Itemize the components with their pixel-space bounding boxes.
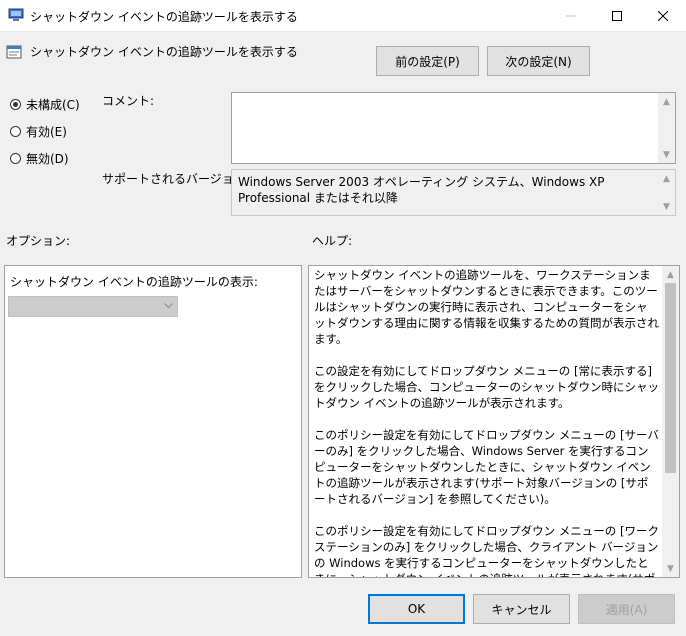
options-header: オプション: xyxy=(6,234,71,248)
options-pane: シャットダウン イベントの追跡ツールの表示: xyxy=(4,265,302,578)
radio-indicator xyxy=(10,153,21,164)
scroll-thumb[interactable] xyxy=(665,283,676,473)
radio-enabled[interactable]: 有効(E) xyxy=(10,123,67,140)
help-text: シャットダウン イベントの追跡ツールを、ワークステーションまたはサーバーをシャッ… xyxy=(314,268,659,577)
minimize-icon xyxy=(566,15,576,16)
policy-setting-icon xyxy=(6,44,22,60)
policy-editor-icon xyxy=(8,8,24,22)
apply-button: 適用(A) xyxy=(578,594,675,624)
close-button[interactable] xyxy=(640,0,686,31)
scroll-down-icon[interactable]: ▼ xyxy=(662,560,679,577)
radio-indicator xyxy=(10,126,21,137)
radio-label: 無効(D) xyxy=(26,152,69,166)
scroll-up-icon[interactable]: ▲ xyxy=(662,266,679,283)
window-title: シャットダウン イベントの追跡ツールを表示する xyxy=(30,10,298,24)
cancel-button[interactable]: キャンセル xyxy=(473,594,570,624)
scroll-down-icon[interactable]: ▼ xyxy=(658,198,675,215)
radio-label: 未構成(C) xyxy=(26,98,80,112)
supported-scrollbar[interactable]: ▲ ▼ xyxy=(658,170,675,215)
comment-field[interactable]: ▲ ▼ xyxy=(231,92,676,164)
scroll-up-icon[interactable]: ▲ xyxy=(658,93,675,110)
supported-versions-field: Windows Server 2003 オペレーティング システム、Window… xyxy=(231,169,676,216)
radio-disabled[interactable]: 無効(D) xyxy=(10,150,69,167)
policy-title: シャットダウン イベントの追跡ツールを表示する xyxy=(30,45,298,59)
minimize-button xyxy=(548,0,594,31)
tracker-display-dropdown xyxy=(8,296,178,317)
previous-setting-button[interactable]: 前の設定(P) xyxy=(376,46,479,76)
radio-indicator xyxy=(10,99,21,110)
comment-label: コメント: xyxy=(102,94,155,108)
ok-button[interactable]: OK xyxy=(368,594,465,624)
close-icon xyxy=(658,10,668,21)
scroll-up-icon[interactable]: ▲ xyxy=(658,170,675,187)
next-setting-button[interactable]: 次の設定(N) xyxy=(487,46,590,76)
radio-not-configured[interactable]: 未構成(C) xyxy=(10,96,80,113)
scroll-down-icon[interactable]: ▼ xyxy=(658,146,675,163)
tracker-display-label: シャットダウン イベントの追跡ツールの表示: xyxy=(10,275,258,289)
maximize-icon xyxy=(612,10,622,21)
comment-scrollbar[interactable]: ▲ ▼ xyxy=(658,93,675,163)
radio-label: 有効(E) xyxy=(26,125,67,139)
maximize-button[interactable] xyxy=(594,0,640,31)
help-scrollbar[interactable]: ▲ ▼ xyxy=(662,266,679,577)
chevron-down-icon xyxy=(164,303,173,309)
supported-versions-text: Windows Server 2003 オペレーティング システム、Window… xyxy=(238,175,605,205)
title-bar: シャットダウン イベントの追跡ツールを表示する xyxy=(0,0,686,32)
supported-label: サポートされるバージョン: xyxy=(102,172,250,186)
help-header: ヘルプ: xyxy=(312,234,353,248)
help-pane: シャットダウン イベントの追跡ツールを、ワークステーションまたはサーバーをシャッ… xyxy=(308,265,680,578)
